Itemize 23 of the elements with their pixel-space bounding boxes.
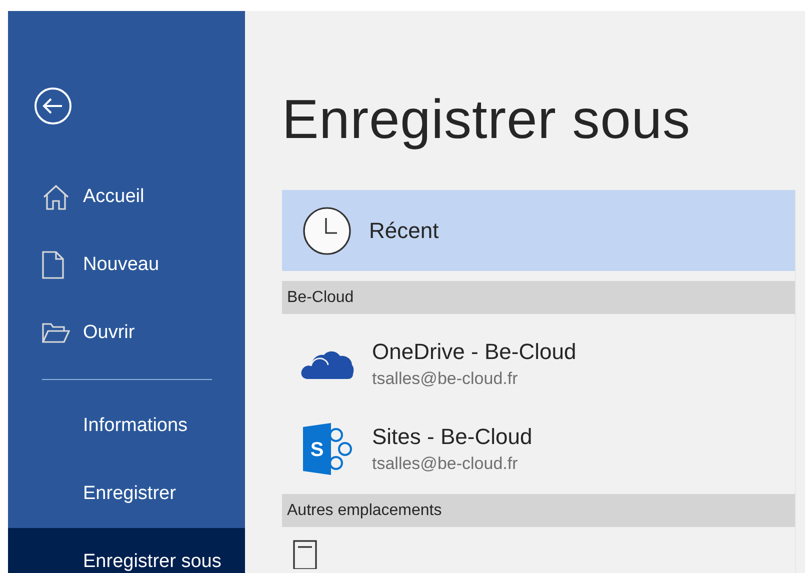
- location-item[interactable]: Récent: [282, 190, 795, 271]
- sidebar-item[interactable]: Nouveau: [8, 231, 245, 299]
- account-email: tsalles@be-cloud.fr: [372, 454, 519, 474]
- document-icon: [42, 251, 64, 279]
- location-name: OneDrive - Be-Cloud: [372, 338, 576, 364]
- location-item[interactable]: OneDrive - Be-Cloud tsalles@be-cloud.fr: [282, 328, 795, 399]
- sidebar-item[interactable]: Ouvrir: [8, 299, 245, 367]
- sidebar-item[interactable]: Accueil: [8, 163, 245, 231]
- page-title: Enregistrer sous: [282, 87, 690, 152]
- clock-icon: [302, 206, 352, 256]
- section-header: Autres emplacements: [282, 494, 795, 527]
- location-name: Récent: [369, 218, 439, 244]
- account-email: tsalles@be-cloud.fr: [372, 368, 519, 388]
- back-button[interactable]: [34, 87, 72, 125]
- computer-icon: [292, 539, 318, 569]
- sidebar-item[interactable]: Enregistrer sous: [8, 528, 245, 573]
- sidebar-item[interactable]: Enregistrer: [8, 460, 245, 528]
- home-icon: [42, 184, 70, 210]
- sidebar-item[interactable]: Informations: [8, 392, 245, 460]
- location-item[interactable]: S Sites - Be-Cloud tsalles@be-cloud.fr: [282, 413, 795, 484]
- section-header: Be-Cloud: [282, 281, 795, 314]
- location-name: Sites - Be-Cloud: [372, 424, 532, 450]
- folder-icon: [42, 323, 70, 343]
